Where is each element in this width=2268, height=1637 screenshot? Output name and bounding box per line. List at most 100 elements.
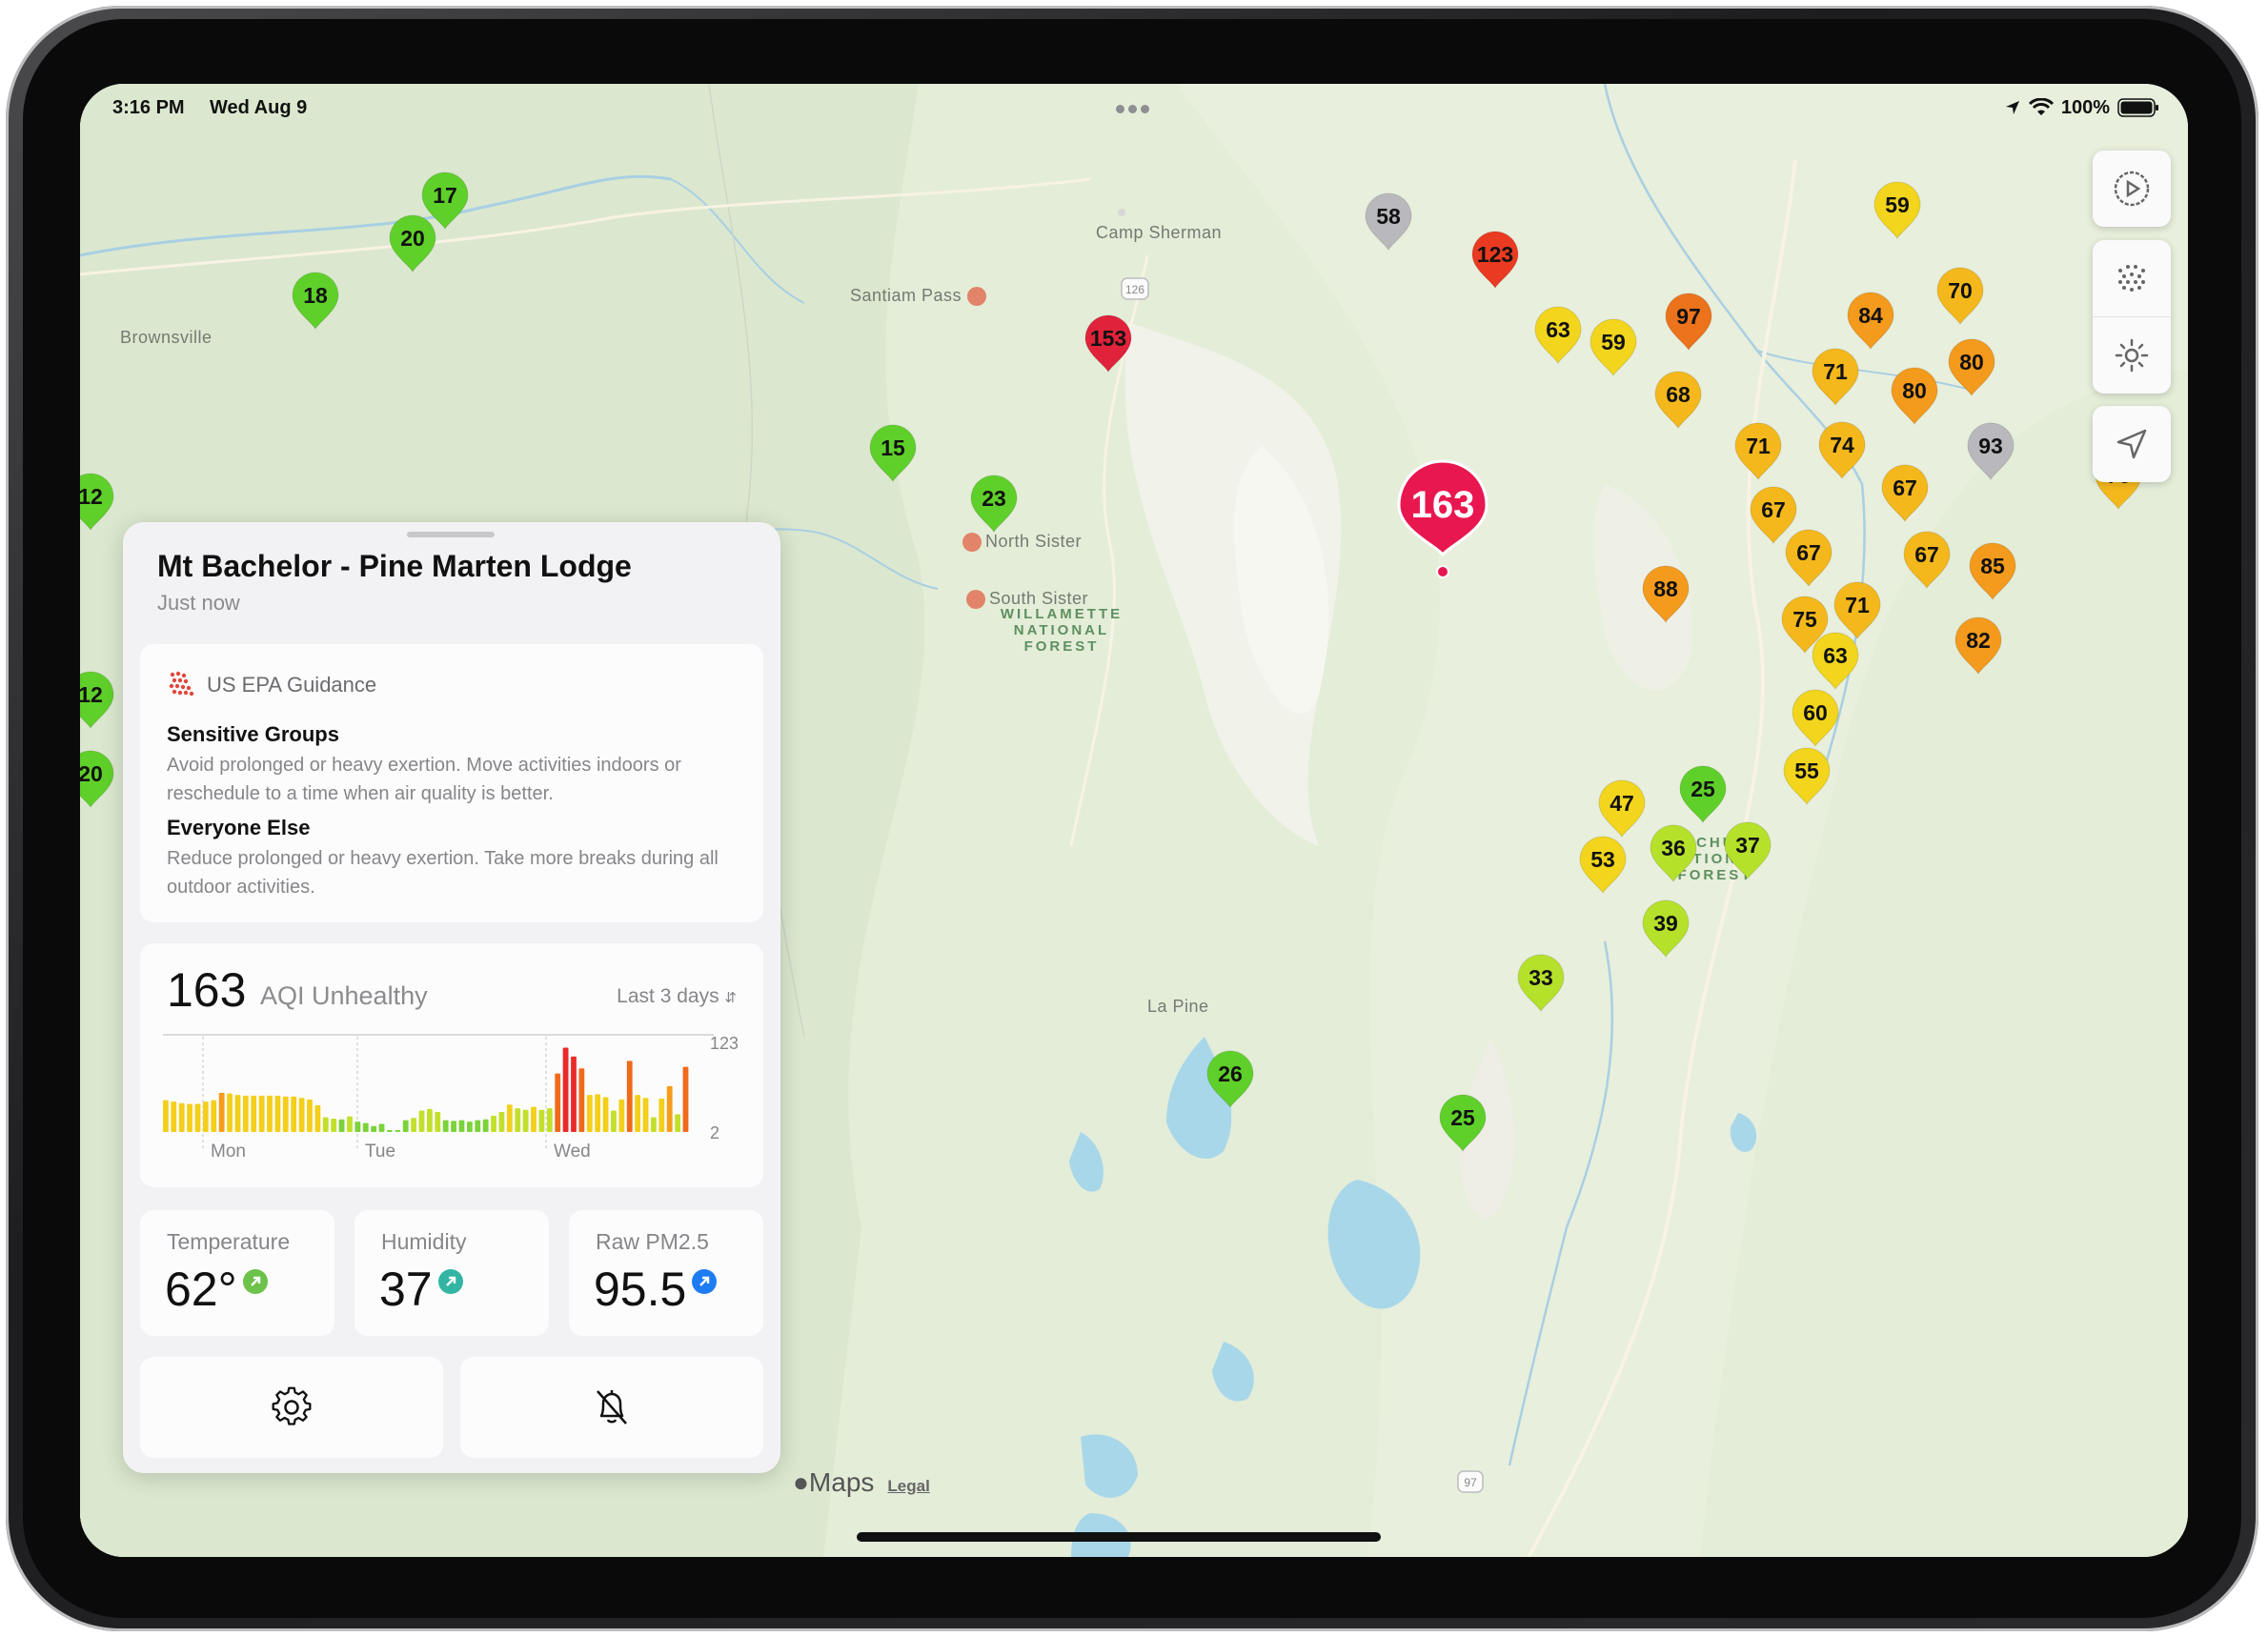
sensor-pin[interactable]: 59: [1872, 179, 1923, 242]
sensor-pin[interactable]: 71: [1810, 346, 1861, 409]
guidance-group-text: Reduce prolonged or heavy exertion. Take…: [167, 848, 719, 898]
sensor-pin[interactable]: 55: [1781, 745, 1833, 808]
chart-bar: [338, 1119, 345, 1132]
sensor-aqi: 67: [1761, 497, 1786, 522]
metric-card-pm25[interactable]: Raw PM2.5 95.5: [569, 1210, 763, 1336]
chart-bar: [602, 1097, 609, 1132]
sensor-aqi: 71: [1845, 593, 1870, 617]
sensor-aqi: 59: [1601, 330, 1626, 354]
sensor-pin[interactable]: 53: [1577, 834, 1629, 897]
chart-y-tick: 123: [710, 1034, 739, 1053]
chart-bar: [546, 1108, 553, 1132]
sensor-pin[interactable]: 47: [1596, 778, 1648, 840]
sensor-pin[interactable]: 39: [1640, 898, 1691, 960]
sensor-aqi: 25: [1450, 1105, 1475, 1130]
sensor-pin[interactable]: 12: [80, 669, 116, 732]
map-controls-top: [2093, 151, 2171, 227]
sensor-pin[interactable]: 18: [290, 270, 341, 333]
sensor-pin[interactable]: 74: [1816, 419, 1868, 482]
sensor-pin[interactable]: 80: [1889, 365, 1940, 428]
sensor-pin[interactable]: 26: [1205, 1048, 1256, 1111]
multitasking-dots[interactable]: [1114, 105, 1152, 114]
sensor-pin[interactable]: 88: [1640, 563, 1691, 626]
sensor-pin[interactable]: 97: [1663, 291, 1714, 354]
sensor-pin[interactable]: 67: [1783, 527, 1834, 590]
time-dial-button[interactable]: [2093, 151, 2171, 227]
sensor-title: Mt Bachelor - Pine Marten Lodge: [157, 549, 632, 583]
chart-bar: [378, 1123, 385, 1132]
chart-x-label: Tue: [365, 1142, 395, 1161]
sensor-pin[interactable]: 20: [387, 212, 438, 275]
sensor-pin[interactable]: 15: [867, 422, 919, 485]
trend-up-icon: [692, 1269, 718, 1294]
guidance-card: US EPA Guidance Sensitive Groups Avoid p…: [140, 644, 763, 922]
notifications-button[interactable]: [460, 1357, 763, 1458]
sensor-pin[interactable]: 68: [1652, 369, 1704, 432]
sensor-pin[interactable]: 67: [1879, 462, 1931, 525]
sensor-pin[interactable]: 25: [1677, 763, 1729, 826]
trend-up-icon: [242, 1269, 268, 1294]
sensor-pin[interactable]: 153: [1083, 313, 1134, 375]
chart-bar: [331, 1119, 337, 1132]
sensor-pin[interactable]: 12: [80, 471, 116, 534]
sensor-aqi: 84: [1858, 303, 1883, 328]
sensor-density-button[interactable]: [2093, 240, 2171, 317]
sensor-aqi: 60: [1803, 700, 1828, 725]
sensor-pin[interactable]: 67: [1901, 529, 1953, 592]
sensor-pin[interactable]: 36: [1648, 822, 1699, 885]
chart-bar: [682, 1066, 689, 1132]
sensor-pin[interactable]: 25: [1437, 1092, 1488, 1155]
sensor-aqi: 75: [1792, 607, 1817, 632]
place-label-camp-sherman: Camp Sherman: [1096, 223, 1223, 242]
chart-bar: [258, 1095, 265, 1132]
sensor-pin[interactable]: 59: [1588, 316, 1639, 379]
metric-card-temperature[interactable]: Temperature 62°: [140, 1210, 334, 1336]
chart-bar: [458, 1120, 465, 1132]
sensor-pin[interactable]: 93: [1965, 420, 2016, 483]
sensor-pin[interactable]: 33: [1515, 952, 1567, 1015]
chart-bar: [491, 1115, 496, 1132]
chart-bar: [282, 1096, 289, 1132]
current-location-button[interactable]: [2093, 406, 2171, 482]
highway-97-shield: 97: [1457, 1470, 1484, 1493]
highway-126-shield: 126: [1121, 277, 1149, 300]
chart-bar: [451, 1121, 456, 1132]
sensor-pin[interactable]: 70: [1934, 265, 1986, 328]
mountain-pass-icon: [966, 287, 986, 307]
range-selector[interactable]: Last 3 days ⇵: [617, 985, 737, 1008]
metric-card-humidity[interactable]: Humidity 37: [354, 1210, 549, 1336]
sensor-pin[interactable]: 58: [1363, 191, 1414, 253]
sensor-pin[interactable]: 63: [1532, 304, 1584, 367]
selected-sensor-pin[interactable]: 163: [1393, 459, 1492, 579]
chart-bar: [395, 1130, 401, 1132]
guidance-source: US EPA Guidance: [207, 673, 377, 697]
wifi-icon: [2028, 98, 2054, 115]
sensor-pin[interactable]: 71: [1732, 420, 1784, 483]
chart-bar: [611, 1110, 617, 1132]
sensor-pin[interactable]: 63: [1810, 630, 1861, 693]
sensor-aqi: 93: [1978, 434, 2003, 458]
chart-y-tick: 2: [710, 1123, 719, 1142]
sensor-pin[interactable]: 82: [1953, 615, 2004, 677]
sensor-pin[interactable]: 123: [1469, 229, 1521, 292]
map-style-button[interactable]: [2093, 317, 2171, 394]
sensor-pin[interactable]: 84: [1845, 290, 1896, 353]
sensor-pin[interactable]: 20: [80, 748, 116, 811]
sensor-aqi: 80: [1959, 350, 1984, 374]
chart-bar: [163, 1100, 169, 1132]
place-label-santiam-pass: Santiam Pass: [850, 286, 986, 307]
legal-link[interactable]: Legal: [887, 1477, 929, 1496]
settings-button[interactable]: [140, 1357, 443, 1458]
sensor-pin[interactable]: 23: [968, 473, 1020, 536]
chart-bar: [187, 1103, 192, 1132]
chart-bar: [658, 1099, 665, 1132]
sensor-pin[interactable]: 80: [1946, 336, 1997, 399]
aqi-history-card: 163 AQI Unhealthy Last 3 days ⇵ Mon Tue We…: [140, 943, 763, 1187]
panel-grabber[interactable]: [407, 532, 495, 537]
chart-bar: [171, 1101, 177, 1132]
sensor-pin[interactable]: 37: [1722, 819, 1773, 882]
aqi-bar-chart[interactable]: Mon Tue Wed 123 2: [157, 1027, 748, 1161]
sensor-pin[interactable]: 85: [1967, 540, 2018, 603]
sensor-pin[interactable]: 60: [1790, 687, 1841, 750]
chart-bar: [595, 1094, 601, 1132]
